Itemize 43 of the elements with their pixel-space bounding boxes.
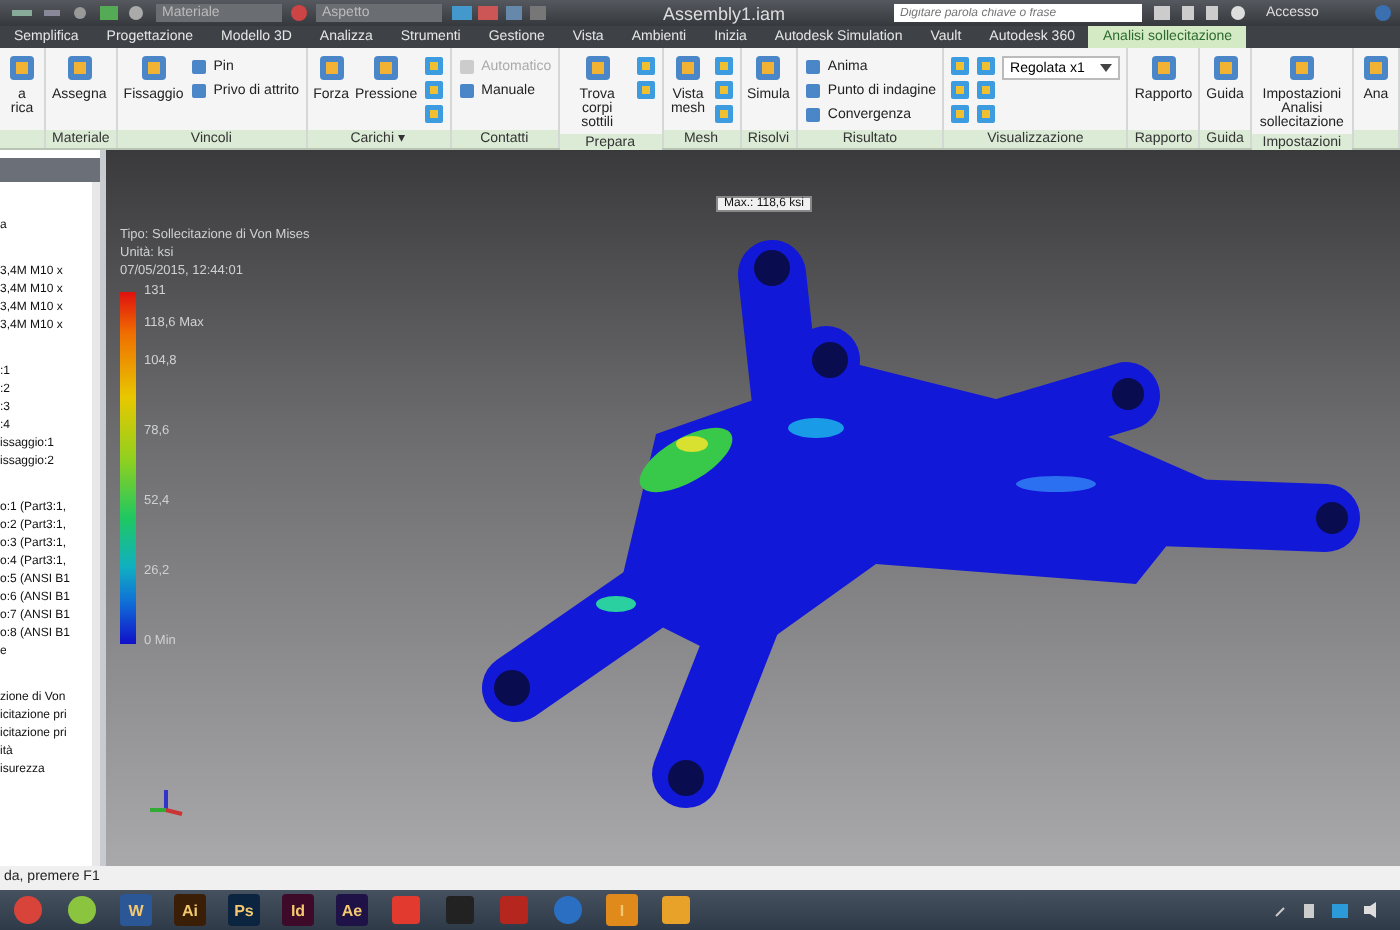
tool-icon [370, 52, 403, 84]
tool-icon[interactable] [950, 104, 971, 124]
browser-header [0, 158, 100, 182]
sphere-icon [290, 4, 308, 22]
quick-access-icons[interactable] [8, 4, 148, 22]
tool-icon[interactable] [423, 56, 444, 76]
taskbar-app-button[interactable]: Ps [228, 894, 260, 926]
caret-icon [1100, 64, 1113, 72]
tool-icon [752, 52, 785, 84]
tool-icon [1147, 52, 1180, 84]
taskbar-app-button[interactable]: Id [282, 894, 314, 926]
tool-icon [137, 52, 170, 84]
taskbar-app-button[interactable]: Ae [336, 894, 368, 926]
tool-icon [1285, 52, 1318, 84]
tool-icon[interactable] [976, 56, 997, 76]
taskbar-app-icon[interactable] [552, 894, 584, 926]
taskbar-app-button[interactable]: W [120, 894, 152, 926]
tool-icon[interactable] [950, 56, 971, 76]
help-icon[interactable] [1374, 4, 1392, 22]
tool-icon[interactable] [635, 80, 656, 100]
tool-icon [581, 52, 614, 84]
tool-icon[interactable] [976, 104, 997, 124]
window-title: Assembly1.iam [660, 3, 788, 23]
tool-icon[interactable] [976, 80, 997, 100]
tool-icon[interactable] [423, 104, 444, 124]
tool-icon [672, 52, 704, 84]
tool-icon[interactable] [950, 80, 971, 100]
taskbar-app-button[interactable]: Ai [174, 894, 206, 926]
tool-icon [6, 52, 38, 84]
tool-icon [1359, 52, 1392, 84]
tool-icon [1209, 52, 1242, 84]
taskbar-app-icon[interactable] [12, 894, 44, 926]
tool-icon[interactable] [713, 56, 733, 76]
scroll-bar[interactable] [92, 182, 100, 866]
tool-icon[interactable] [423, 80, 444, 100]
tool-icon[interactable] [713, 80, 733, 100]
tool-icon[interactable] [713, 104, 733, 124]
taskbar-app-icon[interactable] [660, 894, 692, 926]
tool-icon [63, 52, 96, 84]
taskbar-app-icon[interactable] [66, 894, 98, 926]
tool-icon[interactable] [635, 56, 656, 76]
taskbar-app-icon[interactable] [390, 894, 422, 926]
tool-icon [315, 52, 348, 84]
